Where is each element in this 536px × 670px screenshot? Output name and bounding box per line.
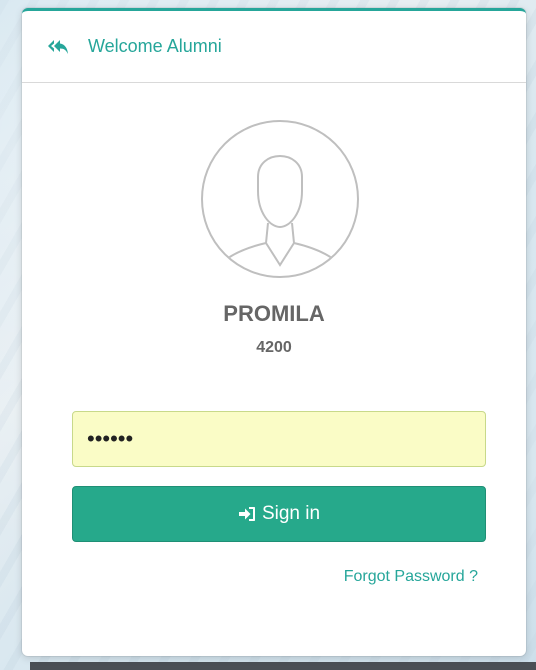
password-field[interactable]: [72, 411, 486, 467]
reply-all-icon[interactable]: [46, 35, 70, 59]
login-card: Welcome Alumni PROMILA 4200 Sign in: [22, 8, 526, 656]
card-header: Welcome Alumni: [22, 11, 526, 83]
page-title: Welcome Alumni: [88, 36, 222, 56]
user-avatar-icon: [200, 119, 360, 279]
sign-in-button[interactable]: Sign in: [72, 486, 486, 542]
sign-in-icon: [238, 505, 256, 523]
forgot-password-link[interactable]: Forgot Password ?: [344, 568, 478, 586]
sign-in-label: Sign in: [261, 503, 321, 524]
user-id: 4200: [256, 339, 292, 356]
bottom-bar: [30, 662, 536, 670]
user-name: PROMILA: [223, 301, 325, 326]
